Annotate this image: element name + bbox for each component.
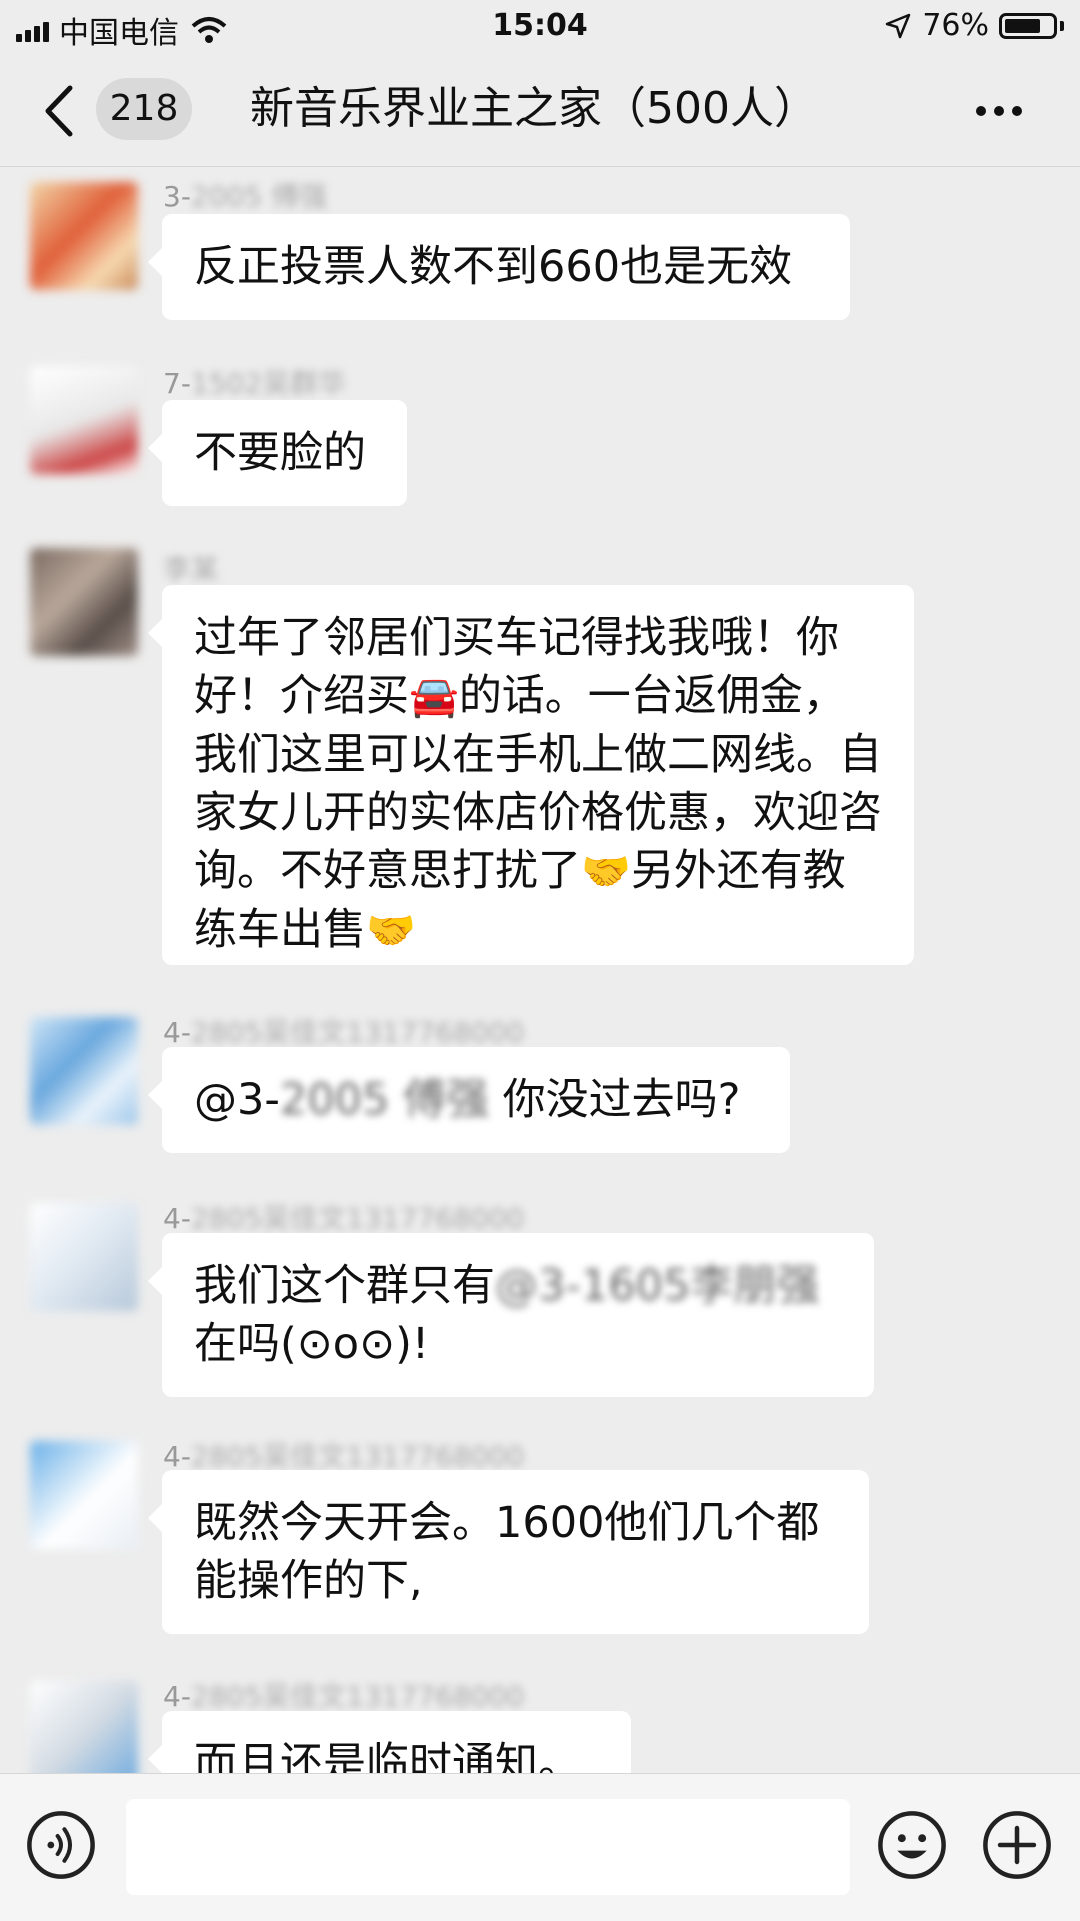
mention-blurred: @3-1605李朋强: [495, 1261, 820, 1311]
message-bubble[interactable]: 我们这个群只有@3-1605李朋强在吗(⊙o⊙)!: [148, 1233, 874, 1397]
message-text: 既然今天开会。1600他们几个都能操作的下,: [194, 1498, 820, 1606]
sender-name-blurred: 2805吴佳文1317768000: [190, 1202, 525, 1235]
message-text: 而且还是临时通知。: [194, 1739, 581, 1773]
sender-prefix: 4-: [163, 1016, 191, 1049]
sender-prefix: 4-: [163, 1680, 191, 1713]
message-bubble[interactable]: 不要脸的: [148, 400, 407, 506]
sender-name-blurred: 1502吴群华: [190, 367, 347, 400]
more-icon[interactable]: [976, 94, 1028, 128]
input-bar: [0, 1773, 1080, 1921]
message-text: 你没过去吗?: [488, 1075, 741, 1125]
sender-prefix: 3-: [163, 180, 191, 213]
mention-blurred: 2005 傅强: [279, 1075, 489, 1125]
battery-percent: 76%: [922, 8, 989, 43]
avatar[interactable]: [30, 1203, 138, 1311]
avatar[interactable]: [30, 182, 138, 290]
chat-title: 新音乐界业主之家（500人）: [250, 83, 818, 134]
car-emoji: 🚘: [409, 674, 459, 720]
chevron-left-icon[interactable]: [40, 84, 80, 138]
avatar[interactable]: [30, 1017, 138, 1125]
sender-prefix: 4-: [163, 1202, 191, 1235]
message-list[interactable]: 3-2005 傅强 反正投票人数不到660也是无效 7-1502吴群华 不要脸的…: [0, 167, 1080, 1773]
emoji-icon[interactable]: [877, 1810, 947, 1880]
sender-name: 4-2805吴佳文1317768000: [163, 1675, 524, 1715]
message-input[interactable]: [126, 1799, 850, 1895]
avatar[interactable]: [30, 1681, 138, 1773]
avatar[interactable]: [30, 1441, 138, 1549]
message-bubble[interactable]: 过年了邻居们买车记得找我哦！你好！介绍买🚘的话。一台返佣金，我们这里可以在手机上…: [148, 585, 914, 965]
message-bubble[interactable]: 既然今天开会。1600他们几个都能操作的下,: [148, 1470, 869, 1634]
sender-name-blurred: 李某: [163, 553, 220, 586]
sender-name-blurred: 2005 傅强: [190, 180, 328, 213]
sender-name: 李某: [163, 548, 219, 588]
sender-prefix: 7-: [163, 367, 191, 400]
message-text: 反正投票人数不到660也是无效: [194, 242, 793, 292]
sender-name-blurred: 2805吴佳文1317768000: [190, 1440, 525, 1473]
sender-name-blurred: 2805吴佳文1317768000: [190, 1016, 525, 1049]
message-text: 不要脸的: [194, 428, 366, 478]
sender-name: 4-2805吴佳文1317768000: [163, 1011, 524, 1051]
message-text: 我们这个群只有: [194, 1261, 495, 1311]
message-text: 在吗(⊙o⊙)!: [194, 1319, 430, 1369]
plus-icon[interactable]: [982, 1810, 1052, 1880]
message-bubble[interactable]: 而且还是临时通知。: [148, 1711, 631, 1773]
sender-name: 3-2005 傅强: [163, 175, 327, 215]
location-arrow-icon: [886, 13, 911, 38]
handshake-emoji: 🤝: [581, 849, 631, 895]
message-bubble[interactable]: 反正投票人数不到660也是无效: [148, 214, 850, 320]
battery-icon: [999, 12, 1057, 39]
sender-name: 7-1502吴群华: [163, 362, 346, 402]
mention: @3-: [194, 1075, 280, 1125]
avatar[interactable]: [30, 548, 138, 656]
avatar[interactable]: [30, 366, 138, 474]
status-bar: 中国电信 15:04 76%: [0, 0, 1080, 56]
handshake-emoji: 🤝: [366, 908, 416, 954]
sender-prefix: 4-: [163, 1440, 191, 1473]
message-bubble[interactable]: @3-2005 傅强 你没过去吗?: [148, 1047, 790, 1153]
battery-cap: [1060, 20, 1064, 31]
voice-icon[interactable]: [26, 1810, 96, 1880]
chat-header: 218 新音乐界业主之家（500人）: [0, 56, 1080, 167]
sender-name: 4-2805吴佳文1317768000: [163, 1435, 524, 1475]
sender-name: 4-2805吴佳文1317768000: [163, 1197, 524, 1237]
unread-count-badge[interactable]: 218: [96, 78, 192, 140]
sender-name-blurred: 2805吴佳文1317768000: [190, 1680, 525, 1713]
